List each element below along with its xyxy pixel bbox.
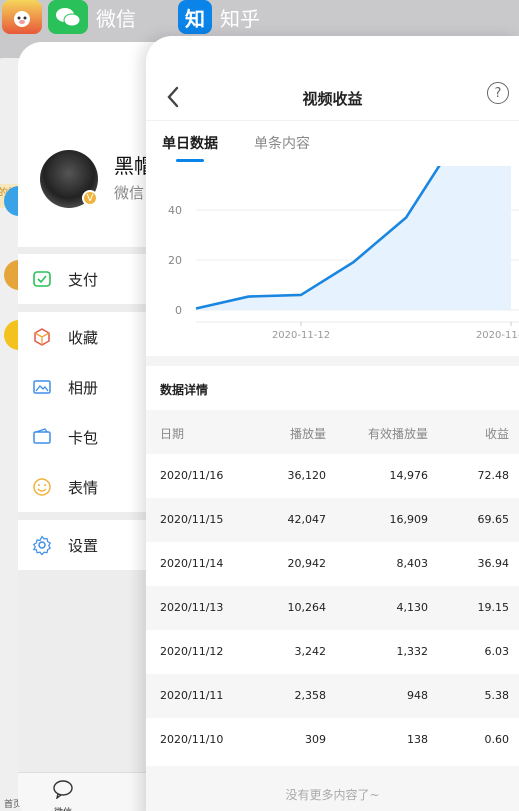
cell-earnings: 6.03 [484, 645, 510, 658]
column-header-plays: 播放量 [289, 427, 326, 441]
column-header-date: 日期 [160, 427, 185, 441]
tab-wechat[interactable]: 微信 [52, 779, 74, 811]
app-switcher-header: 微信 知 知乎 [0, 0, 519, 40]
chat-bubble-icon [53, 780, 73, 800]
section-divider [146, 356, 519, 366]
wechat-app-label: 微信 [96, 6, 136, 31]
cell-effective-plays: 1,332 [396, 645, 429, 658]
end-of-list-note: 没有更多内容了~ [285, 788, 380, 802]
cell-plays: 10,264 [287, 601, 327, 614]
favorites-icon [32, 327, 52, 347]
profile-wechat-id: 微信 [114, 184, 145, 202]
cell-date: 2020/11/16 [160, 469, 224, 482]
menu-label-settings: 设置 [68, 536, 99, 555]
menu-label-album: 相册 [68, 378, 99, 397]
game-app-switch-item[interactable] [2, 0, 42, 34]
cell-date: 2020/11/12 [160, 645, 224, 658]
tab-single-content[interactable]: 单条内容 [254, 133, 310, 153]
y-tick-label: 40 [168, 204, 182, 217]
column-header-earnings: 收益 [484, 427, 509, 441]
cell-plays: 309 [305, 733, 326, 746]
game-app-icon [2, 0, 42, 34]
page-title: 视频收益 [302, 90, 363, 108]
tab-wechat-label: 微信 [52, 805, 74, 811]
table-row: 2020/11/15 42,047 16,909 69.65 [146, 498, 519, 542]
cell-effective-plays: 948 [407, 689, 428, 702]
cell-date: 2020/11/10 [160, 733, 224, 746]
table-row: 2020/11/14 20,942 8,403 36.94 [146, 542, 519, 586]
series-area [196, 166, 511, 310]
cell-earnings: 69.65 [477, 513, 510, 526]
cell-plays: 2,358 [294, 689, 327, 702]
tab-daily-data[interactable]: 单日数据 [162, 133, 218, 153]
cell-earnings: 0.60 [484, 733, 510, 746]
cell-date: 2020/11/14 [160, 557, 224, 570]
table-row: 2020/11/12 3,242 1,332 6.03 [146, 630, 519, 674]
cell-plays: 36,120 [287, 469, 327, 482]
cell-date: 2020/11/11 [160, 689, 224, 702]
chart-svg: 0 20 40 2020-11-12 2020-11-16 [168, 166, 519, 341]
menu-label-stickers: 表情 [68, 478, 99, 497]
earnings-chart: 0 20 40 2020-11-12 2020-11-16 [146, 166, 519, 346]
help-icon[interactable]: ? [487, 82, 509, 104]
cell-date: 2020/11/15 [160, 513, 224, 526]
cell-date: 2020/11/13 [160, 601, 224, 614]
settings-icon [32, 535, 52, 555]
cell-effective-plays: 4,130 [396, 601, 429, 614]
x-tick-label: 2020-11-16 [476, 330, 519, 341]
table-row: 2020/11/11 2,358 948 5.38 [146, 674, 519, 718]
cell-plays: 3,242 [294, 645, 327, 658]
cell-earnings: 5.38 [484, 689, 510, 702]
active-tab-indicator [176, 159, 204, 162]
y-tick-label: 0 [175, 304, 182, 317]
sticker-icon [32, 477, 52, 497]
cell-effective-plays: 14,976 [389, 469, 429, 482]
table-header: 日期 播放量 有效播放量 收益 [146, 410, 519, 454]
detail-section-title: 数据详情 [160, 383, 209, 397]
zhihu-app-label: 知乎 [220, 6, 260, 31]
menu-label-card-wallet: 卡包 [68, 428, 99, 447]
menu-label-pay: 支付 [68, 270, 99, 289]
table-body: 2020/11/16 36,120 14,976 72.48 2020/11/1… [146, 454, 519, 762]
cell-plays: 42,047 [287, 513, 327, 526]
data-tabs: 单日数据 单条内容 [146, 120, 519, 166]
zhihu-switch-item[interactable]: 知 知乎 [178, 0, 260, 34]
x-tick-label: 2020-11-12 [272, 330, 330, 341]
zhihu-icon: 知 [178, 0, 212, 34]
card-wallet-icon [32, 427, 52, 447]
table-row: 2020/11/16 36,120 14,976 72.48 [146, 454, 519, 498]
album-icon [32, 377, 52, 397]
wechat-switch-item[interactable]: 微信 [48, 0, 136, 34]
zhihu-app-card[interactable]: 视频收益 ? 单日数据 单条内容 0 20 40 2020-11-12 2020-11-… [146, 36, 519, 811]
y-tick-label: 20 [168, 254, 182, 267]
cell-effective-plays: 138 [407, 733, 428, 746]
menu-label-favorites: 收藏 [68, 328, 99, 347]
cell-effective-plays: 8,403 [396, 557, 429, 570]
cell-earnings: 72.48 [477, 469, 510, 482]
cell-effective-plays: 16,909 [389, 513, 429, 526]
table-row: 2020/11/10 309 138 0.60 [146, 718, 519, 762]
wechat-icon [48, 0, 88, 34]
column-header-effective-plays: 有效播放量 [367, 427, 428, 441]
table-row: 2020/11/13 10,264 4,130 19.15 [146, 586, 519, 630]
cell-plays: 20,942 [287, 557, 327, 570]
pay-icon [32, 269, 52, 289]
verified-badge: V [82, 190, 98, 206]
nav-bar: 视频收益 ? [146, 76, 519, 120]
cell-earnings: 36.94 [477, 557, 510, 570]
cell-earnings: 19.15 [477, 601, 510, 614]
